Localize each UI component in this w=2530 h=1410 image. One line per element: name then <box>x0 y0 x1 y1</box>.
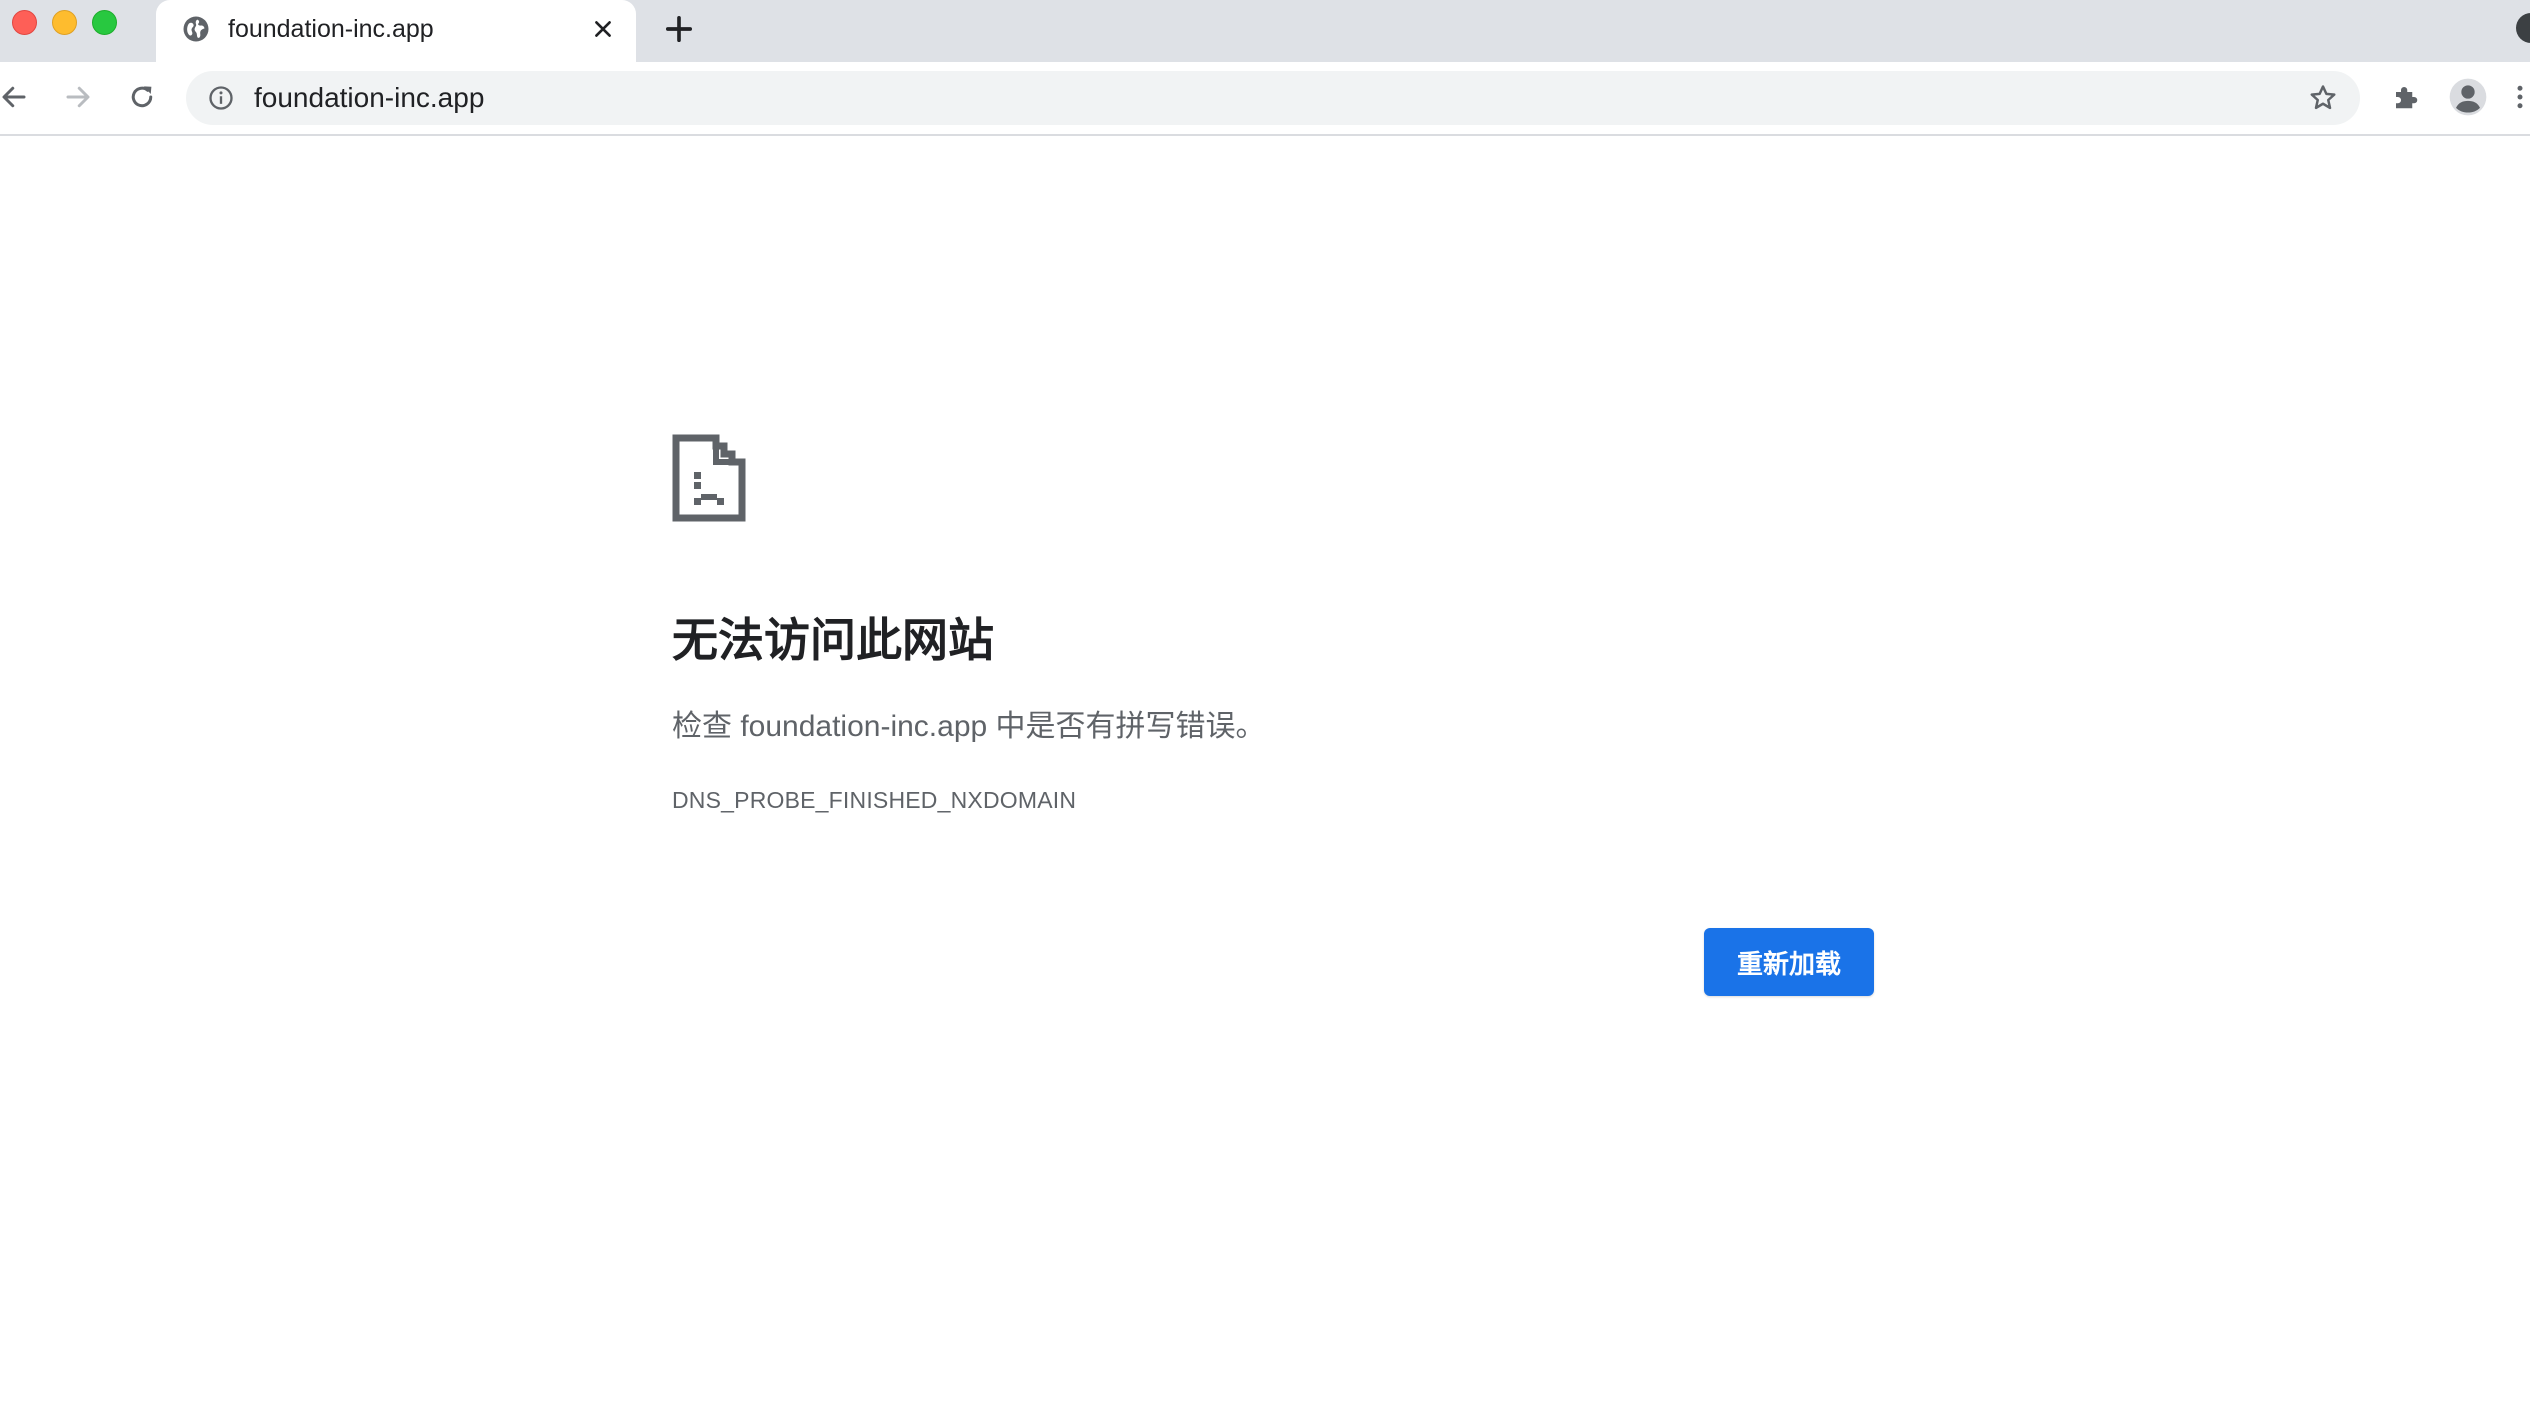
arrow-left-icon <box>2 86 26 108</box>
new-tab-button[interactable] <box>661 11 697 47</box>
profile-button[interactable] <box>2448 77 2488 117</box>
close-window-button[interactable] <box>12 10 37 35</box>
toolbar <box>0 62 2530 136</box>
minimize-window-button[interactable] <box>52 10 77 35</box>
info-icon[interactable] <box>206 83 236 113</box>
tab-strip: foundation-inc.app <box>0 0 2530 62</box>
reload-icon <box>131 86 153 108</box>
error-code: DNS_PROBE_FINISHED_NXDOMAIN <box>672 787 1077 813</box>
tab-title: foundation-inc.app <box>228 15 434 43</box>
back-button[interactable] <box>0 77 34 117</box>
tab-search-button[interactable] <box>2516 13 2530 43</box>
active-tab[interactable]: foundation-inc.app <box>156 0 636 62</box>
person-icon <box>2449 78 2487 116</box>
globe-icon <box>181 14 211 44</box>
url-input[interactable] <box>254 82 2154 114</box>
error-title: 无法访问此网站 <box>672 614 994 666</box>
puzzle-icon <box>2396 87 2418 109</box>
reload-page-button[interactable]: 重新加载 <box>1704 928 1874 996</box>
error-page: 无法访问此网站 检查 foundation-inc.app 中是否有拼写错误。 … <box>0 136 2530 1410</box>
extensions-button[interactable] <box>2386 77 2426 117</box>
star-icon[interactable] <box>2306 81 2340 115</box>
sad-document-icon <box>672 434 746 522</box>
forward-button[interactable] <box>58 77 98 117</box>
arrow-right-icon <box>66 86 90 108</box>
maximize-window-button[interactable] <box>92 10 117 35</box>
browser-window: foundation-inc.app foundation-inc.app 无法… <box>0 0 2530 1410</box>
more-vertical-icon <box>2517 85 2523 109</box>
close-tab-icon[interactable] <box>588 14 618 44</box>
reload-button[interactable] <box>122 77 162 117</box>
menu-button[interactable] <box>2510 77 2530 117</box>
error-description: 检查 foundation-inc.app 中是否有拼写错误。 <box>672 710 1266 743</box>
plus-icon <box>665 15 693 43</box>
address-bar[interactable] <box>186 71 2360 125</box>
